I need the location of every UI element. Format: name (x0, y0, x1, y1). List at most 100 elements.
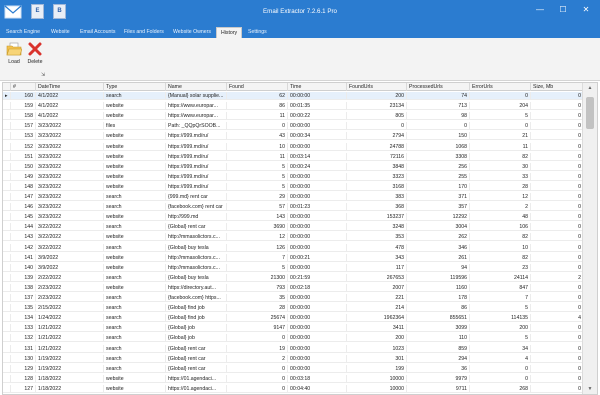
row-handle[interactable] (3, 374, 11, 383)
row-handle[interactable] (3, 384, 11, 393)
header-datetime[interactable]: DateTime (36, 83, 104, 91)
row-processedurls[interactable]: 98 (407, 112, 470, 121)
row-datetime[interactable]: 4/1/2022 (36, 92, 104, 100)
table-row[interactable]: 137 2/23/2022 search {facebook.com} https..… (3, 294, 583, 302)
row-found[interactable]: 12 (227, 233, 288, 242)
row-size[interactable]: 0 (531, 233, 583, 241)
row-id[interactable]: 139 (11, 273, 36, 282)
row-handle[interactable] (3, 233, 11, 242)
row-type[interactable]: search (104, 314, 166, 323)
row-id[interactable]: 137 (11, 294, 36, 302)
row-id[interactable]: 158 (11, 112, 36, 121)
row-found[interactable]: 0 (227, 374, 288, 383)
row-type[interactable]: website (104, 384, 166, 393)
table-row[interactable]: 157 3/23/2022 files Path: _QQpQrSOOB... 0 00:… (3, 122, 583, 131)
row-time[interactable]: 00:00:00 (288, 334, 347, 343)
row-foundurls[interactable]: 214 (347, 304, 407, 313)
group-launcher-icon[interactable]: ⇲ (41, 72, 45, 78)
row-size[interactable]: 0 (531, 122, 583, 130)
row-datetime[interactable]: 2/23/2022 (36, 283, 104, 292)
row-found[interactable]: 25674 (227, 314, 288, 323)
table-row[interactable]: 151 3/23/2022 website https://999.md/ru/11 0… (3, 152, 583, 161)
row-size[interactable]: 0 (531, 355, 583, 363)
row-id[interactable]: 131 (11, 344, 36, 353)
table-row[interactable]: 142 3/22/2022 search {Global} buy tesla 126 0… (3, 243, 583, 252)
row-type[interactable]: search (104, 243, 166, 252)
row-errorurls[interactable]: 21 (470, 132, 531, 141)
minimize-button[interactable]: — (532, 3, 548, 17)
row-found[interactable]: 62 (227, 92, 288, 100)
row-processedurls[interactable]: 371 (407, 193, 470, 201)
row-time[interactable]: 00:00:00 (288, 314, 347, 323)
row-found[interactable]: 0 (227, 334, 288, 343)
row-type[interactable]: search (104, 294, 166, 302)
row-handle[interactable] (3, 132, 11, 141)
row-type[interactable]: search (104, 273, 166, 282)
row-errorurls[interactable]: 114135 (470, 314, 531, 323)
table-row[interactable]: 129 1/19/2022 search {Global} rent car 0 00:0… (3, 364, 583, 373)
maximize-button[interactable]: ☐ (555, 3, 571, 17)
row-type[interactable]: search (104, 304, 166, 313)
row-processedurls[interactable]: 86 (407, 304, 470, 313)
row-size[interactable]: 0 (531, 193, 583, 201)
row-errorurls[interactable]: 7 (470, 294, 531, 302)
row-name[interactable]: {facebook.com} rent car (166, 203, 227, 212)
row-found[interactable]: 126 (227, 243, 288, 252)
header-errorurls[interactable]: ErrorUrls (470, 83, 531, 91)
row-foundurls[interactable]: 153237 (347, 213, 407, 222)
row-type[interactable]: website (104, 112, 166, 121)
row-size[interactable]: 0 (531, 173, 583, 181)
row-processedurls[interactable]: 9979 (407, 374, 470, 383)
table-row[interactable]: 159 4/1/2022 website https://www.europar...… (3, 102, 583, 111)
row-handle[interactable] (3, 152, 11, 161)
row-found[interactable]: 143 (227, 213, 288, 222)
row-size[interactable]: 0 (531, 375, 583, 383)
row-time[interactable]: 00:00:22 (288, 112, 347, 121)
row-handle[interactable] (3, 304, 11, 313)
row-processedurls[interactable]: 346 (407, 243, 470, 252)
row-processedurls[interactable]: 74 (407, 92, 470, 100)
row-errorurls[interactable]: 5 (470, 334, 531, 343)
row-foundurls[interactable]: 3848 (347, 162, 407, 171)
row-size[interactable]: 0 (531, 345, 583, 353)
row-name[interactable]: {Global} rent car (166, 364, 227, 373)
row-foundurls[interactable]: 383 (347, 193, 407, 201)
row-handle[interactable] (3, 364, 11, 373)
tab-files-and-folders[interactable]: Files and Folders (120, 27, 168, 38)
row-id[interactable]: 153 (11, 132, 36, 141)
row-time[interactable]: 00:00:00 (288, 243, 347, 252)
row-foundurls[interactable]: 1023 (347, 344, 407, 353)
table-row[interactable]: 150 3/23/2022 website https://999.md/ru/5 00… (3, 162, 583, 171)
row-type[interactable]: website (104, 182, 166, 191)
row-size[interactable]: 0 (531, 153, 583, 161)
vertical-scrollbar[interactable]: ▲ ▼ (582, 83, 597, 394)
row-name[interactable]: {Global} rent car (166, 354, 227, 363)
row-time[interactable]: 00:00:00 (288, 324, 347, 333)
row-size[interactable]: 0 (531, 183, 583, 191)
row-foundurls[interactable]: 24788 (347, 142, 407, 151)
row-foundurls[interactable]: 200 (347, 334, 407, 343)
row-id[interactable]: 151 (11, 152, 36, 161)
row-foundurls[interactable]: 368 (347, 203, 407, 212)
row-processedurls[interactable]: 170 (407, 182, 470, 191)
row-time[interactable]: 00:03:14 (288, 152, 347, 161)
row-size[interactable]: 0 (531, 102, 583, 110)
row-type[interactable]: website (104, 142, 166, 151)
table-row[interactable]: 153 3/23/2022 website https://999.md/ru/43 0… (3, 132, 583, 141)
row-found[interactable]: 5 (227, 182, 288, 191)
row-foundurls[interactable]: 353 (347, 233, 407, 242)
table-row[interactable]: 146 3/23/2022 search {facebook.com} rent ca… (3, 203, 583, 212)
row-id[interactable]: 130 (11, 354, 36, 363)
row-processedurls[interactable]: 859 (407, 344, 470, 353)
row-time[interactable]: 00:00:00 (288, 304, 347, 313)
row-found[interactable]: 5 (227, 263, 288, 272)
row-size[interactable]: 0 (531, 112, 583, 120)
row-handle[interactable] (3, 122, 11, 131)
row-name[interactable]: {Global} find job (166, 314, 227, 323)
row-handle[interactable] (3, 142, 11, 151)
scroll-thumb[interactable] (586, 97, 594, 129)
row-name[interactable]: http://mmasolictors.c... (166, 263, 227, 272)
row-foundurls[interactable]: 117 (347, 263, 407, 272)
table-row[interactable]: 144 3/22/2022 search {Global} rent car 3690 0… (3, 223, 583, 232)
row-handle[interactable] (3, 334, 11, 343)
